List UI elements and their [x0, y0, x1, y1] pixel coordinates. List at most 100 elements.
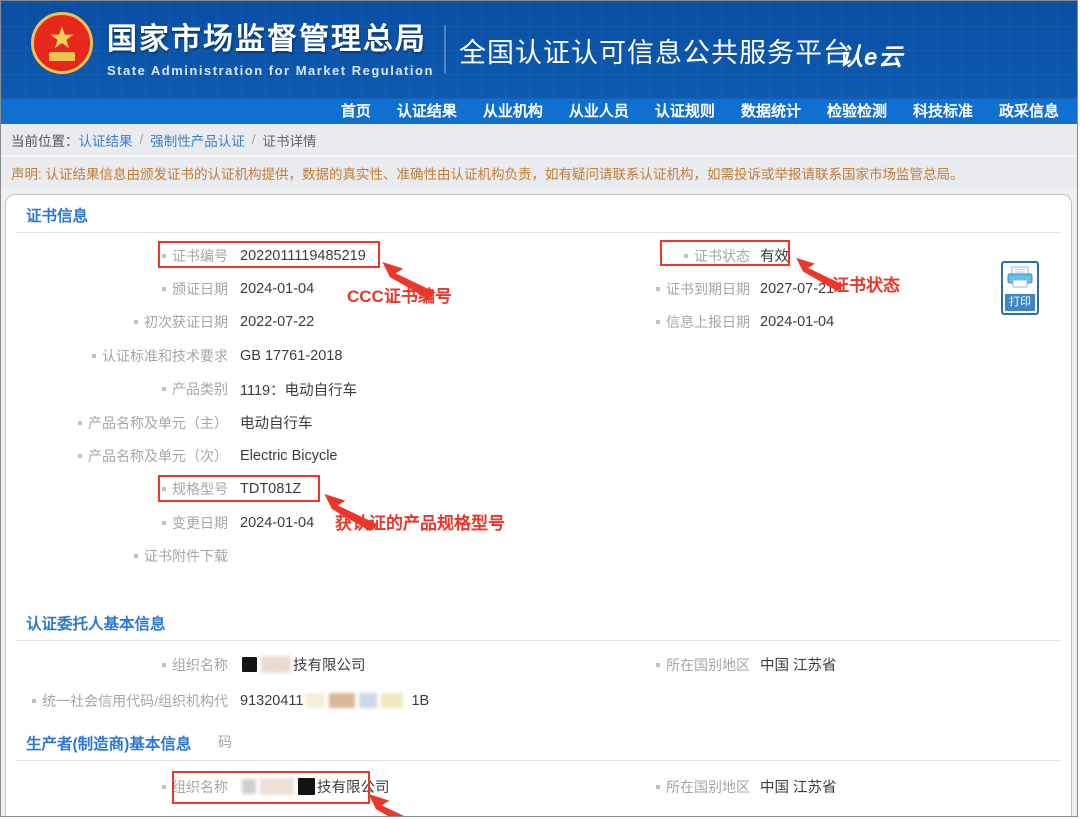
field-label: 规格型号	[172, 479, 228, 499]
manufacturer-section-header: 生产者(制造商)基本信息 码	[6, 723, 1071, 760]
field-value: 技有限公司	[317, 776, 390, 797]
org-title: 国家市场监督管理总局	[107, 14, 434, 58]
disclaimer-text: 声明: 认证结果信息由颁发证书的认证机构提供，数据的真实性、准确性由认证机构负责…	[11, 163, 964, 183]
field-value: 电动自行车	[240, 412, 313, 433]
nav-item-home[interactable]: 首页	[341, 99, 371, 124]
nav-item-statistics[interactable]: 数据统计	[741, 99, 801, 124]
field-label: 产品类别	[172, 379, 228, 399]
field-label: 变更日期	[172, 513, 228, 533]
breadcrumb-link-ccc[interactable]: 强制性产品认证	[150, 130, 245, 150]
nav-item-agencies[interactable]: 从业机构	[483, 99, 543, 124]
bullet-icon	[656, 663, 660, 667]
field-value: 2024-01-04	[240, 281, 314, 297]
wrapped-label-char: 码	[218, 732, 232, 752]
header-divider	[444, 25, 446, 73]
bullet-icon	[684, 254, 688, 258]
redaction-block	[242, 779, 256, 794]
field-row-product-name-main: 产品名称及单元（主） 电动自行车	[6, 406, 1071, 439]
redaction-block	[359, 693, 377, 708]
redaction-block	[381, 693, 403, 708]
bullet-icon	[162, 254, 166, 258]
field-label: 统一社会信用代码/组织机构代	[42, 815, 228, 817]
field-label: 产品名称及单元（次）	[88, 446, 228, 466]
certificate-fields-right: 证书状态 有效 证书状态 证书到期日期 2027-07-21 信息上报日期 20…	[632, 239, 1061, 339]
printer-icon	[1006, 266, 1034, 292]
field-row-model: 规格型号 TDT081Z 获认证的产品规格型号	[6, 473, 1071, 506]
nav-item-tech-standards[interactable]: 科技标准	[913, 99, 973, 124]
field-value: 技有限公司	[293, 654, 366, 675]
bullet-icon	[134, 554, 138, 558]
breadcrumb-link-cert-results[interactable]: 认证结果	[79, 130, 133, 150]
breadcrumb-separator: /	[252, 132, 256, 147]
field-value: 2027-07-21	[760, 281, 834, 297]
annotation-label-status: 证书状态	[832, 271, 900, 296]
field-row-attachment-download: 证书附件下载	[6, 540, 1071, 573]
gate-icon	[49, 52, 75, 61]
field-label: 认证标准和技术要求	[102, 346, 228, 366]
redaction-block	[298, 778, 315, 795]
breadcrumb-prefix: 当前位置：	[11, 130, 79, 150]
bullet-icon	[162, 487, 166, 491]
detail-card: 打印 证书信息 证书编号 2022011119485219 CCC证书编号 颁证…	[5, 194, 1072, 817]
field-label: 证书状态	[694, 246, 750, 266]
print-button[interactable]: 打印	[1001, 261, 1039, 315]
annotation-label-cert-no: CCC证书编号	[347, 282, 452, 307]
bullet-icon	[162, 521, 166, 525]
breadcrumb: 当前位置： 认证结果 / 强制性产品认证 / 证书详情	[1, 124, 1077, 157]
applicant-fields: 组织名称 技有限公司 统一社会信用代码/组织机构代 91320411 1B	[6, 641, 1071, 719]
bullet-icon	[32, 699, 36, 703]
page: ★ 国家市场监督管理总局 State Administration for Ma…	[0, 0, 1078, 817]
annotation-label-model: 获认证的产品规格型号	[335, 509, 505, 534]
redaction-block	[261, 656, 291, 673]
disclaimer-bar: 声明: 认证结果信息由颁发证书的认证机构提供，数据的真实性、准确性由认证机构负责…	[1, 157, 1077, 188]
field-row-standard: 认证标准和技术要求 GB 17761-2018	[6, 339, 1071, 372]
field-value-suffix: 1B	[411, 693, 429, 709]
bullet-icon	[656, 785, 660, 789]
bullet-icon	[162, 387, 166, 391]
field-label: 证书附件下载	[144, 546, 228, 566]
manufacturer-fields-right: 所在国别地区 中国 江苏省	[632, 767, 1061, 807]
annotation-label-manufacturer: 生产企业名称	[400, 813, 502, 817]
breadcrumb-current: 证书详情	[263, 130, 317, 150]
field-row-applicant-credit-code: 统一社会信用代码/组织机构代 91320411 1B	[6, 683, 1071, 719]
star-icon: ★	[49, 24, 76, 54]
bullet-icon	[162, 785, 166, 789]
field-row-manufacturer-credit-code: 统一社会信用代码/组织机构代 91320411 1B	[6, 807, 1071, 817]
field-label: 证书到期日期	[666, 279, 750, 299]
field-label: 证书编号	[172, 246, 228, 266]
field-value: 有效	[760, 245, 789, 266]
field-value: Electric Bicycle	[240, 448, 338, 464]
field-label: 所在国别地区	[666, 777, 750, 797]
nav-item-inspection[interactable]: 检验检测	[827, 99, 887, 124]
field-row-applicant-region: 所在国别地区 中国 江苏省	[632, 647, 1061, 683]
applicant-section-header: 认证委托人基本信息	[6, 603, 1071, 640]
applicant-fields-right: 所在国别地区 中国 江苏省	[632, 647, 1061, 683]
field-value: GB 17761-2018	[240, 348, 342, 364]
nav-item-cert-results[interactable]: 认证结果	[397, 99, 457, 124]
field-label: 信息上报日期	[666, 312, 750, 332]
field-label: 初次获证日期	[144, 312, 228, 332]
bullet-icon	[162, 663, 166, 667]
bullet-icon	[78, 421, 82, 425]
nav-item-practitioners[interactable]: 从业人员	[569, 99, 629, 124]
field-value: 2022-07-22	[240, 314, 314, 330]
field-label: 统一社会信用代码/组织机构代	[42, 691, 228, 711]
manufacturer-fields: 组织名称 技有限公司 生产企业名称 统一社会信用代码/组织机构代 9132041…	[6, 761, 1071, 817]
field-label: 所在国别地区	[666, 655, 750, 675]
field-row-product-name-sub: 产品名称及单元（次） Electric Bicycle	[6, 439, 1071, 472]
breadcrumb-separator: /	[140, 132, 144, 147]
field-label: 组织名称	[172, 777, 228, 797]
ren-e-cloud-logo: 认e云	[839, 37, 903, 72]
platform-title: 全国认证认可信息公共服务平台	[459, 31, 851, 70]
bullet-icon	[78, 454, 82, 458]
redaction-block	[242, 657, 257, 672]
nav-item-procurement[interactable]: 政采信息	[999, 99, 1059, 124]
print-button-label: 打印	[1005, 294, 1035, 311]
applicant-section-title: 认证委托人基本信息	[26, 612, 166, 634]
field-label: 颁证日期	[172, 279, 228, 299]
field-value: 中国 江苏省	[760, 776, 837, 797]
redaction-block	[329, 693, 355, 708]
main-nav: 首页 认证结果 从业机构 从业人员 认证规则 数据统计 检验检测 科技标准 政采…	[1, 99, 1077, 124]
field-label: 产品名称及单元（主）	[88, 413, 228, 433]
nav-item-cert-rules[interactable]: 认证规则	[655, 99, 715, 124]
